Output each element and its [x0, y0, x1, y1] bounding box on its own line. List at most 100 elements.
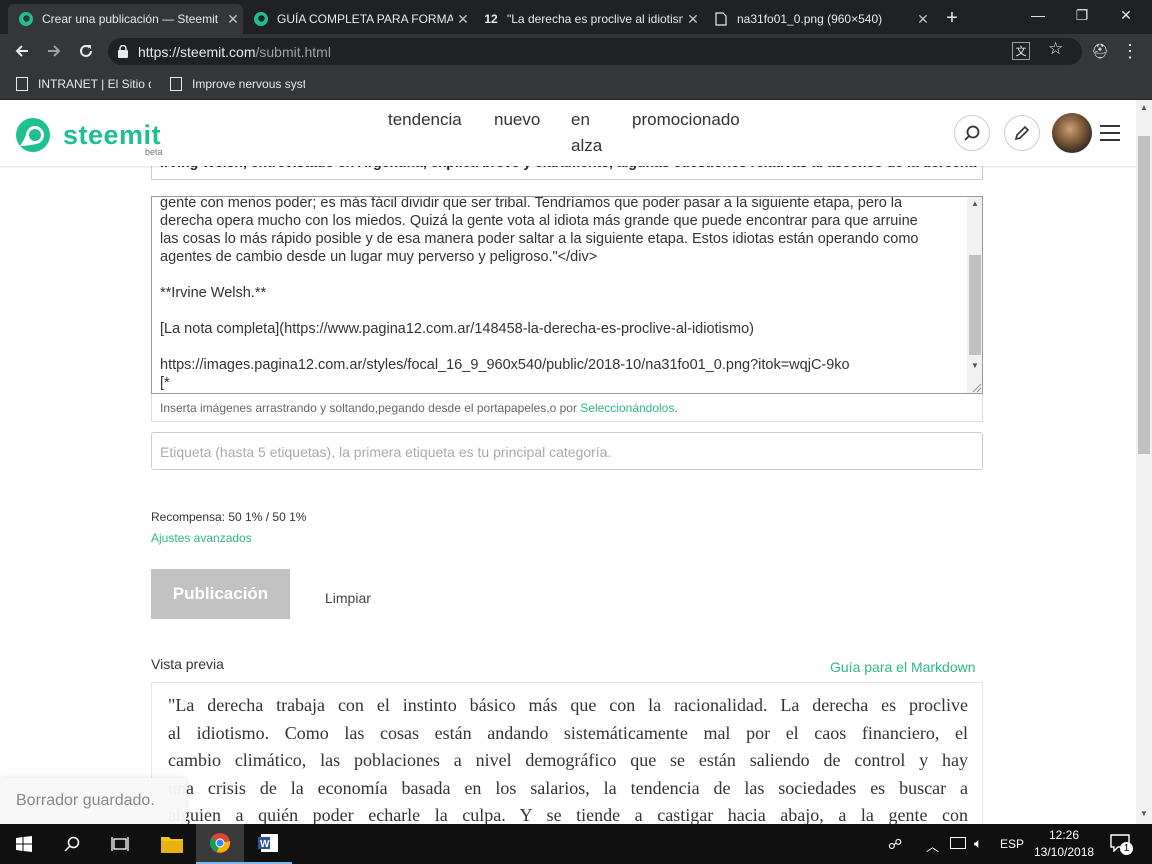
editor-line: gente con menos poder; es más fácil divi…	[160, 196, 903, 211]
search-icon	[964, 125, 980, 141]
resize-handle-icon[interactable]	[970, 380, 982, 393]
windows-start-icon[interactable]	[0, 824, 48, 864]
publish-button[interactable]: Publicación	[151, 569, 290, 619]
nav-nuevo[interactable]: nuevo	[494, 107, 540, 133]
close-window-button[interactable]: ✕	[1106, 0, 1146, 30]
task-view-icon[interactable]	[96, 824, 144, 864]
steemit-icon	[18, 11, 34, 27]
tab-title: Crear una publicación — Steemit	[42, 12, 219, 26]
restore-button[interactable]: ❐	[1062, 0, 1102, 30]
language-indicator[interactable]: ESP	[1000, 837, 1024, 851]
address-bar[interactable]: https://steemit.com/submit.html 文 ☆	[108, 38, 1082, 65]
image-drop-hint: Inserta imágenes arrastrando y soltando,…	[151, 394, 983, 422]
chrome-taskbar-icon[interactable]	[196, 824, 244, 864]
url-path: /submit.html	[255, 43, 331, 60]
word-taskbar-icon[interactable]: W	[244, 824, 292, 864]
editor-scrollbar[interactable]: ▲ ▼	[967, 197, 982, 393]
notifications-icon[interactable]: 1	[1110, 834, 1133, 855]
steemit-logo-icon[interactable]	[14, 116, 52, 154]
preview-panel: "La derecha trabaja con el instinto bási…	[151, 682, 983, 824]
volume-icon[interactable]: 🔈︎	[974, 835, 982, 852]
svg-text:W: W	[260, 839, 270, 850]
menu-icon[interactable]: ⋮	[1114, 34, 1146, 68]
site-header: steemit beta tendencia nuevo en alza pro…	[0, 100, 1136, 166]
page-icon	[16, 77, 28, 91]
preview-line: una crisis de la economía basada en los …	[168, 777, 968, 798]
scroll-up-icon[interactable]: ▲	[1136, 100, 1152, 116]
brand-tag: beta	[145, 147, 163, 157]
tags-input[interactable]: Etiqueta (hasta 5 etiquetas), la primera…	[151, 432, 983, 470]
editor-line: [*	[160, 375, 170, 391]
clock-date: 13/10/2018	[1034, 845, 1095, 859]
translate-icon[interactable]: 文	[1012, 42, 1030, 60]
minimize-button[interactable]: —	[1018, 0, 1058, 30]
scroll-down-icon[interactable]: ▼	[1136, 806, 1152, 822]
drop-hint-text: Inserta imágenes arrastrando y soltando,…	[160, 401, 581, 415]
markdown-guide-link[interactable]: Guía para el Markdown	[830, 659, 976, 675]
page-icon	[170, 77, 182, 91]
forward-icon[interactable]	[38, 34, 70, 68]
pagina12-icon: 12	[484, 12, 498, 26]
scroll-up-icon[interactable]: ▲	[967, 197, 982, 211]
bookmark-label: INTRANET | El Sitio de la Academia	[38, 77, 151, 91]
search-button[interactable]	[954, 115, 990, 151]
advanced-settings-link[interactable]: Ajustes avanzados	[151, 531, 252, 545]
url-host: https://steemit.com	[138, 43, 256, 60]
nav-promocionado[interactable]: promocionado	[632, 107, 740, 133]
star-icon[interactable]: ☆	[1048, 39, 1063, 59]
incognito-icon[interactable]: ⛑	[1084, 34, 1116, 68]
browser-tab-strip: Crear una publicación — Steemit ✕ GUÍA C…	[0, 0, 1152, 34]
editor-line: https://images.pagina12.com.ar/styles/fo…	[160, 357, 850, 373]
clock-time: 12:26	[1048, 828, 1080, 842]
back-icon[interactable]	[6, 34, 38, 68]
tab-la-derecha[interactable]: 12 "La derecha es proclive al idiotismo"…	[473, 4, 703, 34]
preview-label: Vista previa	[151, 656, 224, 672]
editor-line: [La nota completa](https://www.pagina12.…	[160, 321, 754, 337]
reload-icon[interactable]	[70, 34, 102, 68]
page-scrollbar[interactable]: ▲ ▼	[1136, 100, 1152, 824]
tab-title: GUÍA COMPLETA PARA FORMATO	[277, 12, 453, 26]
page-scroll-thumb[interactable]	[1138, 136, 1150, 454]
avatar[interactable]	[1052, 113, 1092, 153]
tab-crear-publicacion[interactable]: Crear una publicación — Steemit ✕	[8, 4, 243, 34]
close-icon[interactable]: ✕	[223, 11, 243, 28]
tab-title: "La derecha es proclive al idiotismo"	[507, 12, 683, 26]
tab-guia-completa[interactable]: GUÍA COMPLETA PARA FORMATO ✕	[243, 4, 473, 34]
lock-icon	[118, 45, 128, 58]
nav-tendencia[interactable]: tendencia	[388, 107, 462, 133]
reward-label: Recompensa: 50 1% / 50 1%	[151, 510, 307, 524]
bookmark-improve[interactable]: Improve nervous system	[170, 68, 305, 100]
close-icon[interactable]: ✕	[913, 11, 933, 28]
network-icon[interactable]	[950, 837, 966, 849]
new-tab-button[interactable]: +	[940, 6, 964, 30]
page-icon	[713, 11, 729, 27]
select-files-link[interactable]: Seleccionándolos	[580, 401, 674, 415]
chevron-up-icon[interactable]: ︿	[926, 836, 939, 855]
editor-line: **Irvine Welsh.**	[160, 285, 267, 301]
hamburger-icon[interactable]	[1100, 124, 1120, 142]
editor-scroll-thumb[interactable]	[969, 255, 981, 355]
people-icon[interactable]: ☍	[888, 836, 902, 853]
preview-line: alguien a quién poder echarle la culpa. …	[168, 805, 968, 824]
preview-body: "La derecha trabaja con el instinto bási…	[168, 692, 968, 824]
scroll-down-icon[interactable]: ▼	[967, 359, 982, 373]
markdown-editor[interactable]: gente con menos poder; es más fácil divi…	[151, 196, 983, 394]
nav-en-alza[interactable]: en alza	[571, 107, 611, 159]
taskbar: W ☍ ︿ 🔈︎ ESP 12:26 13/10/2018 1	[0, 824, 1152, 864]
close-icon[interactable]: ✕	[683, 11, 703, 28]
pencil-icon	[1014, 125, 1030, 141]
clear-button[interactable]: Limpiar	[325, 590, 371, 606]
tab-imagen[interactable]: na31fo01_0.png (960×540) ✕	[703, 4, 933, 34]
tab-title: na31fo01_0.png (960×540)	[737, 12, 883, 26]
compose-button[interactable]	[1004, 115, 1040, 151]
file-explorer-icon[interactable]	[148, 824, 196, 864]
clock[interactable]: 12:26 13/10/2018	[1034, 827, 1094, 861]
close-icon[interactable]: ✕	[453, 11, 473, 28]
search-icon[interactable]	[48, 824, 96, 864]
notification-count: 1	[1120, 842, 1133, 855]
preview-line: "La derecha trabaja con el instinto bási…	[168, 695, 968, 715]
bookmark-label: Improve nervous system	[192, 77, 305, 91]
bookmark-intranet[interactable]: INTRANET | El Sitio de la Academia	[16, 68, 151, 100]
preview-line: al idiotismo. Como las cosas están andan…	[168, 722, 968, 743]
bookmarks-bar: INTRANET | El Sitio de la Academia Impro…	[0, 68, 1152, 100]
